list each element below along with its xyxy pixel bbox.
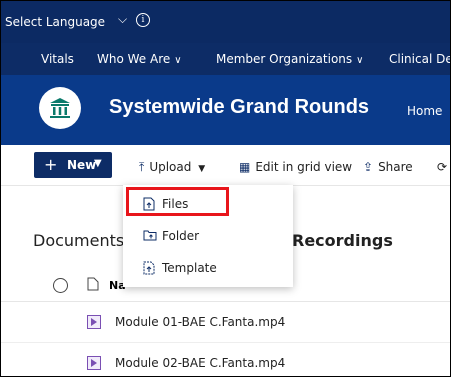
info-icon[interactable]: i: [136, 13, 150, 27]
table-row[interactable]: Module 02-BAE C.Fanta.mp4: [1, 343, 450, 376]
video-file-icon: [87, 356, 101, 370]
template-upload-icon: [143, 261, 155, 275]
site-header: Systemwide Grand Rounds Home: [1, 75, 450, 145]
video-file-icon: [87, 315, 101, 329]
home-link[interactable]: Home: [407, 104, 442, 118]
upload-button[interactable]: ⤒ Upload ▼: [139, 160, 205, 175]
sharepoint-window: Select Language ⌵ i Vitals Who We Are ∨ M…: [0, 0, 451, 377]
select-language-button[interactable]: Select Language: [5, 15, 105, 29]
nav-item-who-we-are[interactable]: Who We Are ∨: [97, 52, 182, 66]
menu-item-folder[interactable]: Folder: [123, 221, 293, 251]
highlight-box: [126, 187, 229, 216]
edit-in-grid-view-button[interactable]: ▦ Edit in grid view: [239, 160, 352, 174]
table-row[interactable]: Module 01-BAE C.Fanta.mp4: [1, 302, 450, 343]
nav-item-vitals[interactable]: Vitals: [41, 52, 74, 66]
site-logo[interactable]: [39, 87, 81, 129]
more-commands-icon[interactable]: ⟳: [437, 160, 447, 174]
plus-icon: +: [44, 155, 58, 174]
institution-icon: [50, 98, 70, 118]
select-all-radio[interactable]: [53, 278, 68, 293]
nav-item-member-organizations[interactable]: Member Organizations ∨: [216, 52, 363, 66]
menu-item-template[interactable]: Template: [123, 253, 293, 283]
file-type-icon[interactable]: [87, 277, 99, 291]
breadcrumb-current: Recordings: [292, 231, 393, 250]
chevron-down-icon: ▼: [94, 158, 102, 169]
share-icon: ⇪: [363, 160, 374, 174]
share-button[interactable]: ⇪ Share: [363, 160, 413, 174]
chevron-down-icon: ▼: [198, 164, 206, 174]
chevron-down-icon: ∨: [174, 55, 182, 66]
nav-item-clinical-departments[interactable]: Clinical Dep: [389, 52, 450, 66]
grid-icon: ▦: [239, 160, 251, 174]
breadcrumb-documents[interactable]: Documents: [33, 231, 124, 250]
top-navigation: Vitals Who We Are ∨ Member Organizations ∨…: [1, 43, 450, 75]
command-bar: + New ▼ ⤒ Upload ▼ ▦ Edit in grid view ⇪ Sh…: [1, 145, 450, 186]
folder-upload-icon: [143, 230, 157, 241]
chevron-down-icon[interactable]: ⌵: [118, 12, 127, 27]
upload-icon: ⤒: [139, 160, 145, 174]
chevron-down-icon: ∨: [356, 55, 364, 66]
new-button[interactable]: + New ▼: [34, 152, 112, 178]
site-title[interactable]: Systemwide Grand Rounds: [109, 96, 369, 119]
file-name[interactable]: Module 02-BAE C.Fanta.mp4: [115, 356, 285, 370]
language-bar: Select Language ⌵ i: [1, 1, 450, 43]
file-name[interactable]: Module 01-BAE C.Fanta.mp4: [115, 315, 285, 329]
